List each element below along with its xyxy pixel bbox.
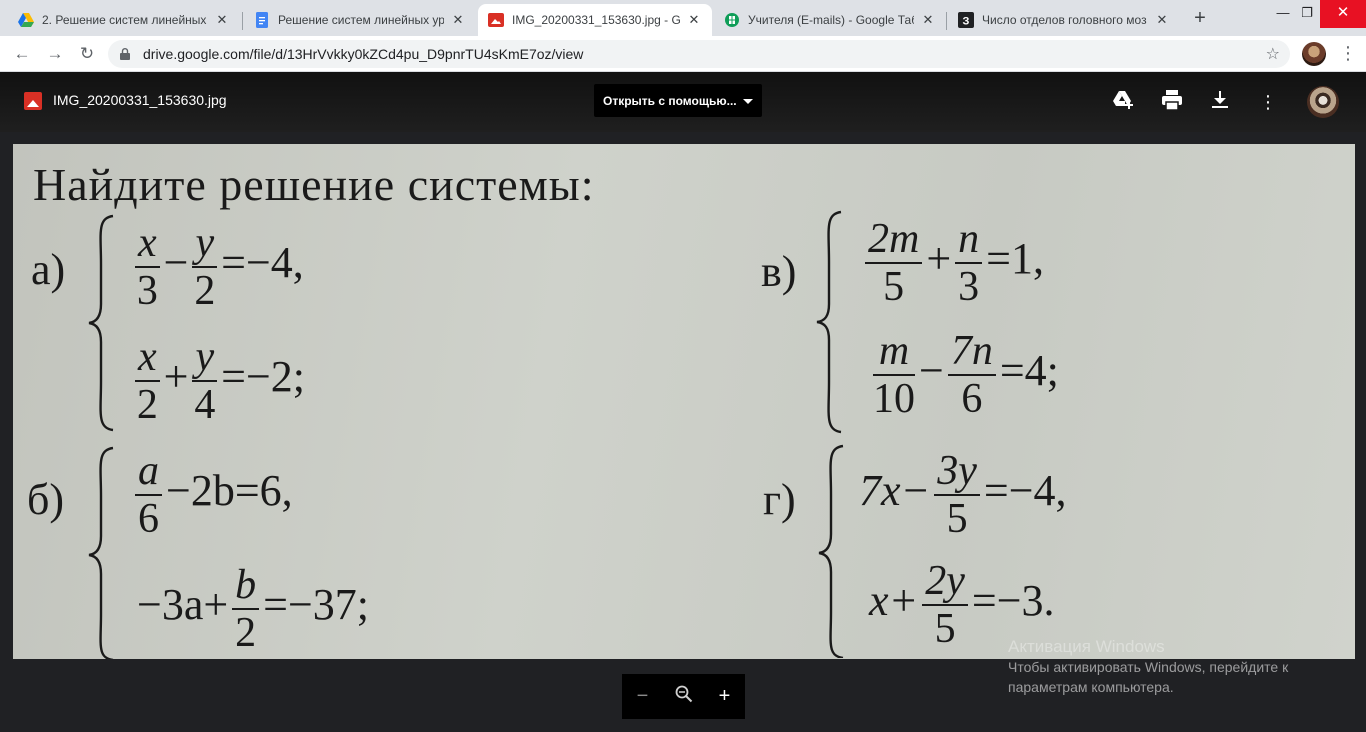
tab-title: 2. Решение систем линейных у (42, 13, 208, 27)
lock-icon (120, 48, 130, 60)
tab-drive-systems[interactable]: 2. Решение систем линейных у ✕ (8, 4, 240, 36)
forward-icon[interactable]: → (43, 42, 67, 66)
close-icon[interactable]: ✕ (920, 12, 936, 28)
window-close-button[interactable]: ✕ (1320, 0, 1366, 28)
more-options-icon[interactable]: ⋮ (1256, 90, 1280, 114)
left-brace (88, 214, 114, 432)
equation-b2: −3a+ b 2 =−37; (137, 562, 370, 656)
activation-title: Активация Windows (1008, 637, 1165, 656)
label-g: г) (763, 475, 796, 524)
label-a: а) (31, 245, 66, 294)
label-b: б) (27, 475, 65, 524)
tab-image-active[interactable]: IMG_20200331_153630.jpg - Go ✕ (478, 4, 712, 36)
left-brace (816, 210, 842, 434)
back-icon[interactable]: ← (10, 42, 34, 66)
open-with-button[interactable]: Открыть с помощью... (594, 84, 762, 117)
close-icon[interactable]: ✕ (686, 12, 702, 28)
add-to-drive-icon[interactable] (1112, 90, 1136, 114)
reload-icon[interactable]: ↻ (75, 42, 99, 66)
equation-g1: 7x− 3y 5 =−4, (859, 448, 1067, 542)
tab-divider (946, 12, 947, 30)
tab-title: Учителя (E-mails) - Google Таб (748, 13, 914, 27)
svg-text:З: З (963, 16, 970, 28)
tab-sheets-teachers[interactable]: Учителя (E-mails) - Google Таб ✕ (714, 4, 946, 36)
browser-tab-strip: 2. Решение систем линейных у ✕ Решение с… (0, 0, 1366, 36)
tab-docs-systems[interactable]: Решение систем линейных ура ✕ (244, 4, 476, 36)
image-file-icon (488, 12, 504, 28)
google-drive-icon (18, 12, 34, 28)
equation-a2: x 2 + y 4 =−2; (135, 334, 305, 428)
tab-title: Число отделов головного моз (982, 13, 1147, 27)
zoom-in-button[interactable]: + (710, 685, 740, 708)
bookmark-star-icon[interactable]: ☆ (1266, 44, 1280, 64)
tab-divider (242, 12, 243, 30)
windows-activation-watermark: Активация Windows Чтобы активировать Win… (1008, 637, 1288, 697)
account-avatar[interactable] (1307, 86, 1339, 118)
z-site-icon: З (958, 12, 974, 28)
textbook-photo: Найдите решение системы: а) x 3− y 2 =−4, x2… (13, 144, 1355, 659)
close-icon[interactable]: ✕ (450, 12, 466, 28)
equation-v2: m 10−7n 6 =4; (873, 328, 1059, 422)
open-with-label: Открыть с помощью... (603, 93, 737, 108)
close-icon[interactable]: ✕ (214, 12, 230, 28)
close-icon[interactable]: ✕ (1154, 12, 1170, 28)
tab-brain-question[interactable]: З Число отделов головного моз ✕ (948, 4, 1180, 36)
print-icon[interactable] (1160, 90, 1184, 114)
label-v: в) (761, 247, 797, 296)
exercise-heading: Найдите решение системы: (33, 159, 595, 210)
equation-a1: x 3− y 2 =−4, (135, 220, 304, 314)
tab-title: IMG_20200331_153630.jpg - Go (512, 13, 680, 27)
left-brace (88, 446, 114, 659)
url-text: drive.google.com/file/d/13HrVvkky0kZCd4p… (143, 46, 584, 62)
tab-title: Решение систем линейных ура (278, 13, 444, 27)
zoom-out-button[interactable]: − (628, 685, 658, 708)
browser-menu-icon[interactable]: ⋮ (1338, 42, 1358, 66)
equation-b1: a 6 −2b=6, (131, 450, 293, 540)
zoom-controls: − + (622, 674, 745, 719)
zoom-magnifier-icon[interactable] (669, 685, 699, 709)
new-tab-button[interactable]: + (1188, 6, 1212, 30)
download-icon[interactable] (1208, 90, 1232, 114)
image-preview: Найдите решение системы: а) x 3− y 2 =−4, x2… (13, 144, 1355, 659)
google-sheets-icon (724, 12, 740, 28)
image-file-icon (24, 92, 42, 110)
activation-line: параметрам компьютера. (1008, 679, 1174, 695)
address-bar[interactable]: drive.google.com/file/d/13HrVvkky0kZCd4p… (108, 40, 1290, 68)
equation-v1: 2m 5 + n 3 =1, (861, 218, 1044, 308)
left-brace (818, 444, 844, 658)
caret-down-icon (743, 99, 753, 104)
file-name: IMG_20200331_153630.jpg (53, 92, 227, 108)
activation-line: Чтобы активировать Windows, перейдите к (1008, 659, 1289, 675)
profile-avatar[interactable] (1302, 42, 1326, 66)
browser-toolbar: ← → ↻ drive.google.com/file/d/13HrVvkky0… (0, 36, 1366, 72)
google-docs-icon (254, 12, 270, 28)
